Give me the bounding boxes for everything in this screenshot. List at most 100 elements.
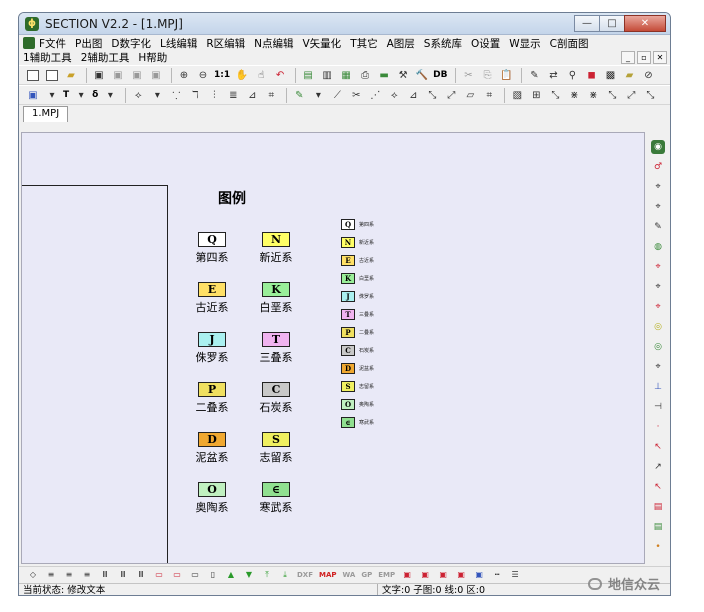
minimize-button[interactable]: — [574, 15, 600, 32]
dropdown-arrow-icon[interactable]: ▾ [102, 88, 118, 103]
vector-tool-icon-8[interactable]: ⌖ [651, 280, 665, 294]
vector-tool-icon-13[interactable]: ⊥ [651, 380, 665, 394]
hatch-icon-3[interactable]: Ⅲ [135, 569, 147, 581]
new-doc-icon[interactable] [44, 68, 60, 83]
vector-tool-icon-16[interactable]: ↖ [651, 440, 665, 454]
view-icon-1[interactable]: ▣ [401, 569, 413, 581]
frame-icon-1[interactable]: ▭ [153, 569, 165, 581]
menu-aux-tools-1[interactable]: 1辅助工具 [23, 50, 72, 65]
small-legend-item-j[interactable]: J 侏罗系 [341, 291, 374, 302]
align-center-icon[interactable]: ≡ [63, 569, 75, 581]
vector-tool-icon-19[interactable]: ▤ [651, 500, 665, 514]
region-edit-icon-2[interactable]: ⊞ [528, 88, 544, 103]
legend-item-e[interactable]: E 古近系 [190, 282, 234, 315]
small-legend-item-e[interactable]: E 古近系 [341, 255, 374, 266]
menu-display[interactable]: W显示 [509, 36, 540, 51]
vector-tool-icon-21[interactable]: • [651, 540, 665, 554]
arrow-up-icon[interactable]: ▲ [225, 569, 237, 581]
arrow-bottom-icon[interactable]: ⤓ [279, 569, 291, 581]
list-icon[interactable]: ☰ [509, 569, 521, 581]
dropdown-arrow-icon[interactable]: ▾ [310, 88, 326, 103]
line-edit-icon-2[interactable]: ✂ [348, 88, 364, 103]
small-legend-item-n[interactable]: N 新近系 [341, 237, 374, 248]
region-edit-icon-1[interactable]: ▧ [509, 88, 525, 103]
view-icon-5[interactable]: ▣ [473, 569, 485, 581]
edit-icon-5[interactable]: ▩ [602, 68, 618, 83]
print-icon[interactable]: ⎙ [357, 68, 373, 83]
vector-tool-icon-2[interactable]: ♂ [651, 160, 665, 174]
menu-help[interactable]: H帮助 [138, 50, 167, 65]
legend-item-n[interactable]: N 新近系 [254, 232, 298, 265]
vector-tool-icon-15[interactable]: · [651, 420, 665, 434]
menu-system-lib[interactable]: S系统库 [424, 36, 462, 51]
maximize-button[interactable]: □ [599, 15, 625, 32]
title-bar[interactable]: ϕ SECTION V2.2 - [1.MPJ] — □ ✕ [19, 13, 670, 35]
new-file-icon[interactable] [25, 68, 41, 83]
line-edit-icon-3[interactable]: ⋰ [367, 88, 383, 103]
legend-item-p[interactable]: P 二叠系 [190, 382, 234, 415]
line-edit-icon-4[interactable]: ⟡ [386, 88, 402, 103]
legend-item-c[interactable]: C 石炭系 [254, 382, 298, 415]
point-tool-icon[interactable]: ⟡ [130, 88, 146, 103]
menu-vectorize[interactable]: V矢量化 [303, 36, 342, 51]
cut-icon[interactable]: ✂ [460, 68, 476, 83]
view-icon-2[interactable]: ▣ [419, 569, 431, 581]
small-legend-item-c[interactable]: C 石炭系 [341, 345, 374, 356]
view-icon-3[interactable]: ▣ [437, 569, 449, 581]
vector-tool-icon-6[interactable]: ◍ [651, 240, 665, 254]
vector-tool-icon-17[interactable]: ↗ [651, 460, 665, 474]
copy-icon[interactable]: ⎘ [479, 68, 495, 83]
layer-icon[interactable]: ▤ [300, 68, 316, 83]
grid-icon[interactable]: ▦ [338, 68, 354, 83]
db-button[interactable]: DB [433, 70, 447, 80]
line-edit-icon-7[interactable]: ⤢ [443, 88, 459, 103]
small-legend-item-cambrian[interactable]: ∈ 寒武系 [341, 417, 374, 428]
region-edit-icon-3[interactable]: ⤡ [547, 88, 563, 103]
point-edit-icon-5[interactable]: ⊿ [244, 88, 260, 103]
legend-item-cambrian[interactable]: ∈ 寒武系 [254, 482, 298, 515]
dropdown-arrow-icon[interactable]: ▾ [44, 88, 60, 103]
menu-digitize[interactable]: D数字化 [111, 36, 151, 51]
pan-hand-icon[interactable]: ✋ [234, 68, 250, 83]
line-edit-icon-5[interactable]: ⊿ [405, 88, 421, 103]
vector-tool-icon-9[interactable]: ⌖ [651, 300, 665, 314]
doc-close-button[interactable]: ✕ [653, 51, 667, 64]
frame-icon-2[interactable]: ▭ [171, 569, 183, 581]
menu-point-edit[interactable]: N点编辑 [254, 36, 293, 51]
doc-restore-button[interactable]: ▫ [637, 51, 651, 64]
vector-tool-icon-3[interactable]: ⌖ [651, 180, 665, 194]
export-map-button[interactable]: MAP [319, 571, 337, 579]
vector-tool-icon-1[interactable]: ◉ [651, 140, 665, 154]
tab-1-mpj[interactable]: 1.MPJ [23, 106, 69, 122]
view-icon-4[interactable]: ▣ [455, 569, 467, 581]
legend-item-o[interactable]: O 奥陶系 [190, 482, 234, 515]
menu-file[interactable]: F文件 [39, 36, 66, 51]
doc-minimize-button[interactable]: _ [621, 51, 635, 64]
open-folder-icon[interactable]: ▰ [63, 68, 79, 83]
edit-icon-1[interactable]: ✎ [526, 68, 542, 83]
legend-item-s[interactable]: S 志留系 [254, 432, 298, 465]
vector-tool-icon-4[interactable]: ⌖ [651, 200, 665, 214]
close-button[interactable]: ✕ [624, 15, 666, 32]
small-legend-item-d[interactable]: D 泥盆系 [341, 363, 374, 374]
region-edit-icon-4[interactable]: ⋇ [566, 88, 582, 103]
ruler-icon[interactable]: ▬ [376, 68, 392, 83]
dropdown-arrow-icon[interactable]: ▾ [73, 88, 89, 103]
paste-icon[interactable]: 📋 [498, 68, 514, 83]
delta-tool-button[interactable]: δ [92, 90, 98, 100]
save-icon[interactable]: ▣ [91, 68, 107, 83]
hatch-icon-2[interactable]: Ⅲ [117, 569, 129, 581]
zoom-in-icon[interactable]: ⊕ [176, 68, 192, 83]
vector-tool-icon-20[interactable]: ▤ [651, 520, 665, 534]
drawing-canvas[interactable]: 图例 Q 第四系 N 新近系 E 古近系 K 白垩系 J 侏罗系 T 三叠系 P… [21, 132, 645, 564]
small-legend-item-p[interactable]: P 二叠系 [341, 327, 374, 338]
vector-tool-icon-14[interactable]: ⊣ [651, 400, 665, 414]
menu-layer[interactable]: A图层 [387, 36, 415, 51]
point-edit-icon-3[interactable]: ⫶ [206, 88, 222, 103]
zoom-out-icon[interactable]: ⊖ [195, 68, 211, 83]
align-right-icon[interactable]: ≡ [81, 569, 93, 581]
undo-icon[interactable]: ↶ [272, 68, 288, 83]
hammer-icon[interactable]: 🔨 [414, 68, 430, 83]
tools-icon[interactable]: ⚒ [395, 68, 411, 83]
select-hand-icon[interactable]: ☝ [253, 68, 269, 83]
